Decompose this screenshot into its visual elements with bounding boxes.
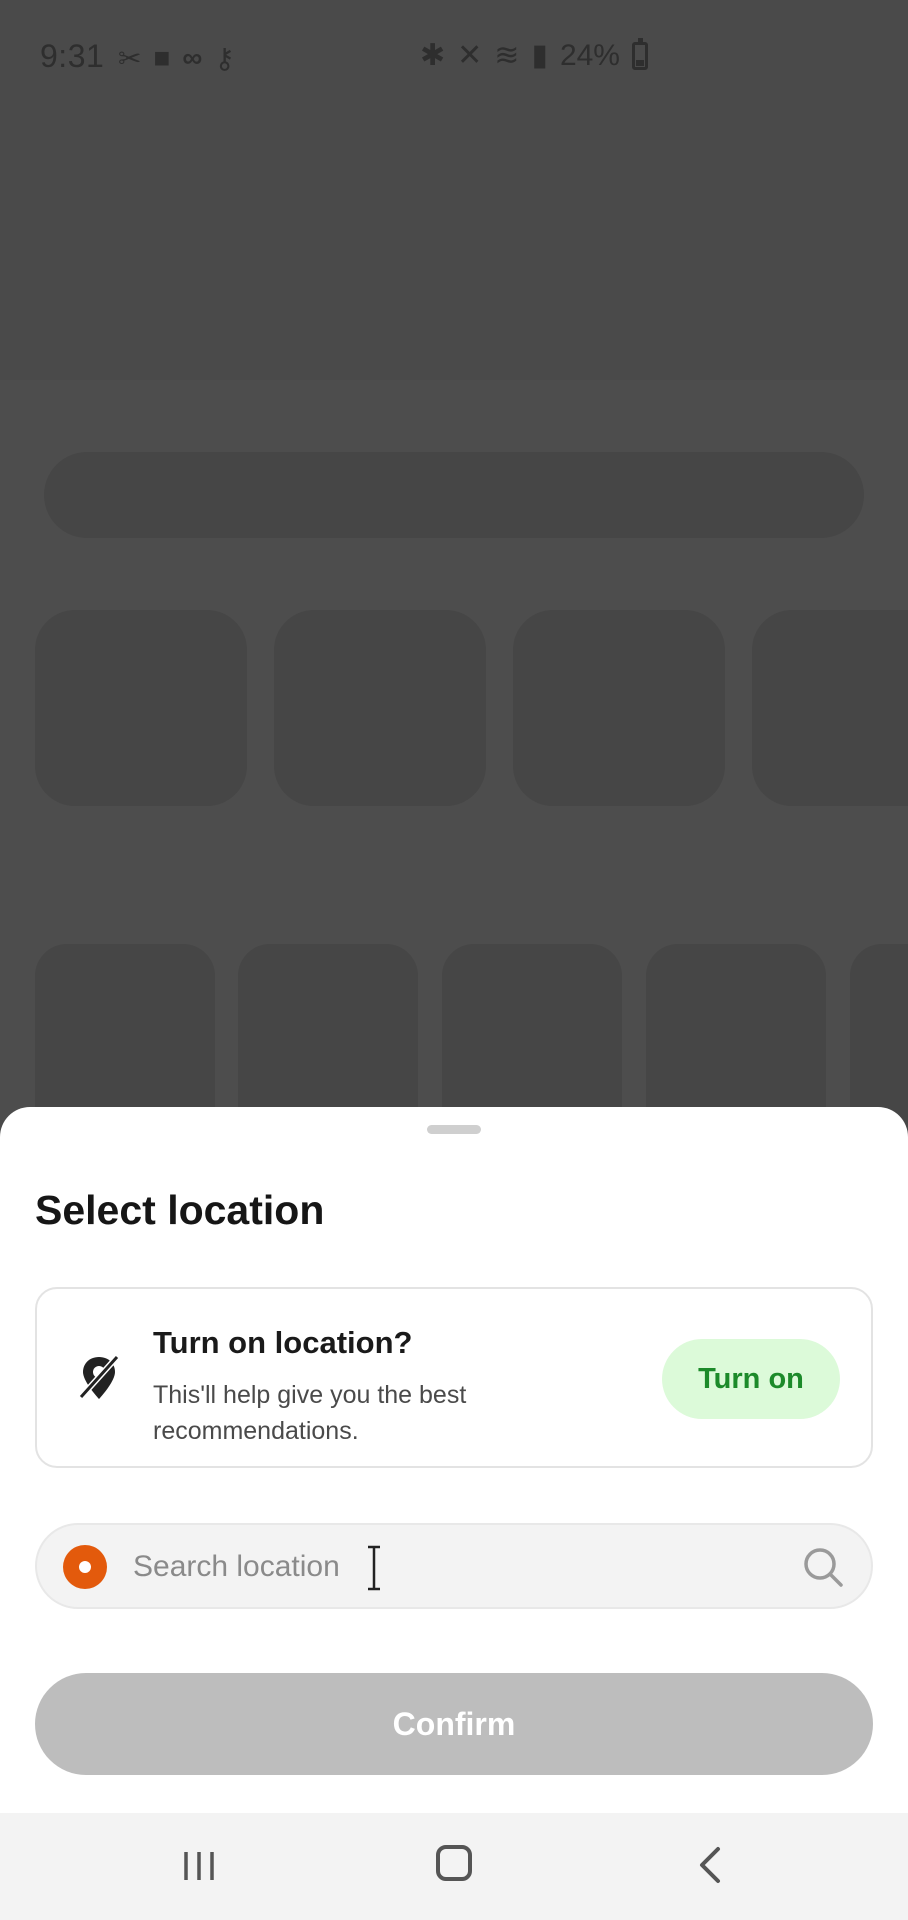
- key-icon: ⚷: [214, 43, 235, 74]
- location-permission-card: Turn on location? This'll help give you …: [35, 1287, 873, 1468]
- notification-icons: ✂ ■ ∞ ⚷: [118, 42, 235, 75]
- capcut-icon: ✂: [118, 43, 142, 74]
- link-icon: ∞: [182, 42, 203, 73]
- skeleton-card: [35, 610, 247, 806]
- location-off-icon: [78, 1354, 120, 1400]
- battery-icon: [631, 37, 648, 70]
- back-icon[interactable]: [694, 1845, 724, 1885]
- skeleton-card: [274, 610, 486, 806]
- recents-icon[interactable]: [180, 1849, 218, 1883]
- select-location-sheet: Select location Turn on location? This'l…: [0, 1107, 908, 1813]
- bluetooth-icon: ✱: [420, 39, 446, 72]
- skeleton-card: [752, 610, 908, 806]
- skeleton-card: [513, 610, 725, 806]
- skeleton-search-bar: [44, 452, 864, 538]
- sheet-title: Select location: [35, 1187, 325, 1233]
- home-icon[interactable]: [436, 1845, 472, 1881]
- search-location-box[interactable]: [35, 1523, 873, 1609]
- text-cursor-icon: [368, 1545, 380, 1591]
- battery-percent: 24%: [559, 38, 620, 72]
- status-time: 9:31: [40, 38, 105, 74]
- search-location-input[interactable]: [133, 1539, 753, 1595]
- location-prompt-description: This'll help give you the best recommend…: [153, 1381, 467, 1445]
- turn-on-location-button[interactable]: Turn on: [662, 1339, 840, 1419]
- video-icon: ■: [153, 42, 171, 73]
- sheet-drag-handle[interactable]: [427, 1125, 481, 1134]
- system-nav-bar: [0, 1813, 908, 1920]
- signal-icon: ▮: [531, 39, 548, 72]
- search-icon[interactable]: [801, 1545, 845, 1589]
- status-right: ✱ ✕ ≋ ▮ 24%: [420, 37, 648, 73]
- wifi-icon: ≋: [494, 39, 520, 72]
- location-prompt-heading: Turn on location?: [153, 1325, 413, 1360]
- status-bar: 9:31 ✂ ■ ∞ ⚷ ✱ ✕ ≋ ▮ 24%: [0, 0, 908, 112]
- mute-icon: ✕: [457, 39, 483, 72]
- dim-overlay[interactable]: [0, 112, 908, 380]
- confirm-button[interactable]: Confirm: [35, 1673, 873, 1775]
- current-location-dot-icon: [63, 1545, 107, 1589]
